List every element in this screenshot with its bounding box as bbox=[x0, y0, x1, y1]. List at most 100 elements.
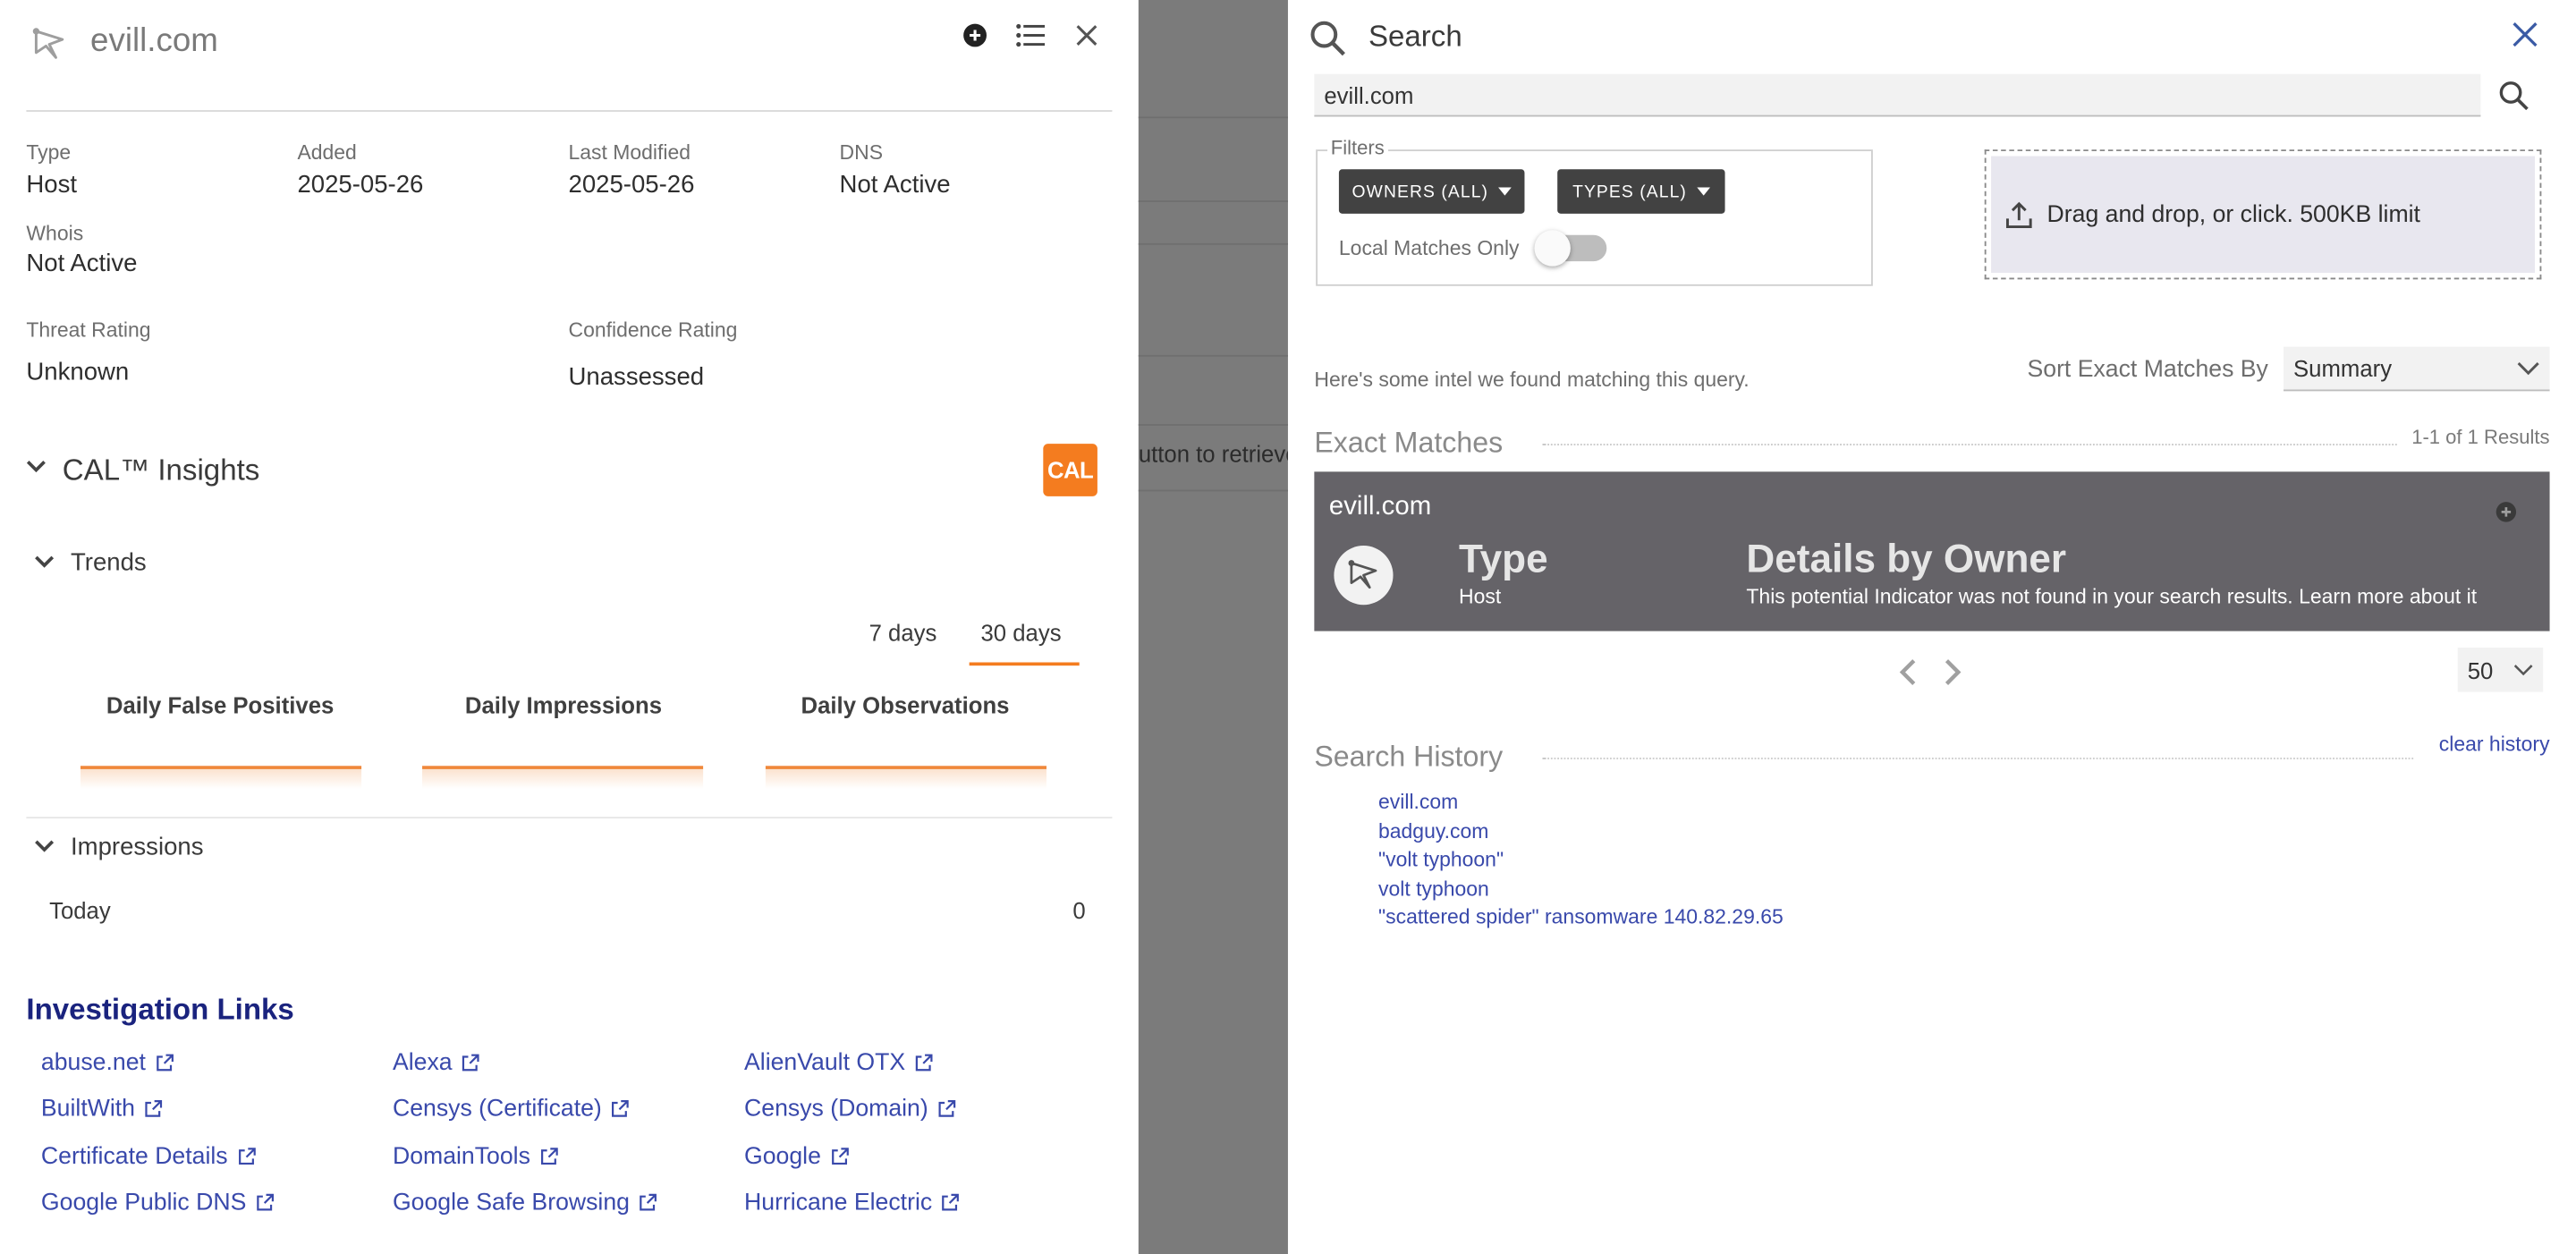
upload-icon bbox=[2005, 200, 2032, 228]
active-tab-indicator bbox=[969, 662, 1080, 666]
history-item[interactable]: "scattered spider" ransomware 140.82.29.… bbox=[1378, 906, 1784, 929]
history-item[interactable]: evill.com bbox=[1378, 791, 1458, 814]
backdrop-divider bbox=[1138, 424, 1288, 426]
whois-label: Whois bbox=[26, 222, 84, 245]
dns-value: Not Active bbox=[839, 171, 951, 199]
indicator-panel: evill.com Type Host Added 2025-05-26 Las… bbox=[0, 0, 1139, 1254]
external-link-icon bbox=[145, 1100, 163, 1117]
external-link-icon bbox=[462, 1054, 480, 1072]
investigation-link[interactable]: Hurricane Electric bbox=[744, 1190, 960, 1216]
investigation-links-title: Investigation Links bbox=[26, 992, 294, 1026]
match-name[interactable]: evill.com bbox=[1329, 493, 1431, 522]
close-icon[interactable] bbox=[1070, 18, 1103, 51]
investigation-link[interactable]: AlienVault OTX bbox=[744, 1050, 933, 1077]
toggle-knob[interactable] bbox=[1534, 230, 1571, 267]
drop-zone-text: Drag and drop, or click. 500KB limit bbox=[2046, 201, 2420, 228]
investigation-link[interactable]: abuse.net bbox=[41, 1050, 174, 1077]
type-value: Host bbox=[26, 171, 78, 199]
external-link-icon bbox=[831, 1148, 849, 1165]
backdrop-divider bbox=[1138, 489, 1288, 492]
types-dropdown-button[interactable]: TYPES (ALL) bbox=[1557, 169, 1725, 214]
cal-logo: CAL bbox=[1043, 444, 1097, 496]
threat-rating-label: Threat Rating bbox=[26, 318, 151, 343]
add-circle-icon[interactable] bbox=[958, 18, 991, 51]
tab-7-days[interactable]: 7 days bbox=[869, 620, 937, 646]
search-icon bbox=[1310, 21, 1345, 56]
chevron-right-icon[interactable] bbox=[1944, 657, 1963, 687]
sort-label: Sort Exact Matches By bbox=[2027, 356, 2268, 384]
daily-observations-label: Daily Observations bbox=[801, 691, 1010, 718]
external-link-icon bbox=[612, 1100, 630, 1117]
investigation-link-label: Hurricane Electric bbox=[744, 1190, 933, 1216]
whois-value: Not Active bbox=[26, 250, 138, 278]
investigation-link[interactable]: Certificate Details bbox=[41, 1144, 256, 1170]
search-title: Search bbox=[1368, 20, 1462, 53]
match-card[interactable]: evill.com Type Host Details by Owner Thi… bbox=[1314, 471, 2550, 631]
external-link-icon bbox=[257, 1193, 274, 1211]
local-matches-label: Local Matches Only bbox=[1338, 236, 1520, 260]
dotted-rule bbox=[1542, 758, 2414, 759]
cal-insights-title[interactable]: CAL™ Insights bbox=[63, 453, 260, 488]
history-item[interactable]: badguy.com bbox=[1378, 819, 1488, 843]
history-item[interactable]: volt typhoon bbox=[1378, 877, 1489, 901]
history-item[interactable]: "volt typhoon" bbox=[1378, 848, 1504, 871]
investigation-link[interactable]: Google Safe Browsing bbox=[393, 1190, 657, 1216]
caret-down-icon bbox=[1498, 187, 1512, 196]
search-history-title: Search History bbox=[1314, 739, 1504, 773]
external-link-icon bbox=[640, 1193, 657, 1211]
sparkline-fill bbox=[765, 768, 1046, 789]
per-page-select[interactable]: 50 bbox=[2457, 647, 2544, 692]
close-icon[interactable] bbox=[2510, 20, 2539, 49]
chevron-down-icon[interactable] bbox=[33, 835, 56, 858]
results-count: 1-1 of 1 Results bbox=[2411, 425, 2550, 449]
match-type-value: Host bbox=[1458, 585, 1502, 608]
impressions-title[interactable]: Impressions bbox=[71, 834, 204, 861]
investigation-link[interactable]: Censys (Domain) bbox=[744, 1097, 956, 1123]
investigation-link-label: BuiltWith bbox=[40, 1096, 136, 1123]
clear-history-link[interactable]: clear history bbox=[2439, 733, 2550, 757]
chevron-down-icon[interactable] bbox=[33, 551, 56, 574]
investigation-link[interactable]: Censys (Certificate) bbox=[393, 1097, 630, 1123]
details-by-owner-heading: Details by Owner bbox=[1746, 537, 2067, 582]
external-link-icon bbox=[938, 1100, 956, 1117]
search-input[interactable] bbox=[1314, 73, 2481, 117]
tab-30-days[interactable]: 30 days bbox=[981, 620, 1062, 646]
investigation-link[interactable]: DomainTools bbox=[393, 1144, 558, 1170]
investigation-link[interactable]: Alexa bbox=[392, 1050, 480, 1077]
investigation-link-label: Google Safe Browsing bbox=[392, 1190, 630, 1216]
external-link-icon bbox=[540, 1148, 558, 1165]
list-icon[interactable] bbox=[1013, 18, 1046, 51]
threat-rating-value[interactable]: Unknown bbox=[26, 359, 129, 386]
trends-title[interactable]: Trends bbox=[71, 549, 147, 577]
investigation-link-label: Certificate Details bbox=[40, 1143, 228, 1171]
intel-note: Here's some intel we found matching this… bbox=[1314, 368, 1750, 392]
owners-dropdown-button[interactable]: OWNERS (ALL) bbox=[1338, 169, 1525, 214]
chevron-down-icon bbox=[2513, 665, 2533, 676]
search-icon[interactable] bbox=[2497, 79, 2530, 112]
details-by-owner-text: This potential Indicator was not found i… bbox=[1746, 585, 2478, 608]
owners-dropdown-label: OWNERS (ALL) bbox=[1352, 182, 1489, 202]
sort-select-value: Summary bbox=[2293, 354, 2393, 382]
investigation-link[interactable]: Google bbox=[744, 1144, 849, 1170]
sort-select[interactable]: Summary bbox=[2284, 346, 2550, 392]
add-circle-icon[interactable] bbox=[2496, 501, 2517, 522]
type-label: Type bbox=[26, 141, 72, 165]
match-type-heading: Type bbox=[1458, 537, 1548, 582]
daily-false-positives-label: Daily False Positives bbox=[106, 691, 335, 718]
dns-label: DNS bbox=[839, 141, 884, 165]
investigation-link[interactable]: BuiltWith bbox=[41, 1097, 163, 1123]
modal-backdrop[interactable]: utton to retrieve bbox=[1138, 0, 1288, 1254]
chevron-left-icon[interactable] bbox=[1897, 657, 1917, 687]
investigation-link[interactable]: Google Public DNS bbox=[41, 1190, 275, 1216]
sparkline-fill bbox=[422, 768, 704, 789]
file-drop-zone[interactable]: Drag and drop, or click. 500KB limit bbox=[1984, 149, 2542, 280]
investigation-link-label: Alexa bbox=[392, 1050, 453, 1077]
today-label: Today bbox=[49, 897, 111, 924]
confidence-rating-value[interactable]: Unassessed bbox=[568, 363, 704, 391]
per-page-value: 50 bbox=[2467, 657, 2494, 683]
investigation-link-label: Censys (Certificate) bbox=[392, 1096, 602, 1123]
added-value: 2025-05-26 bbox=[297, 171, 424, 199]
chevron-down-icon[interactable] bbox=[25, 455, 48, 479]
external-link-icon bbox=[915, 1054, 933, 1072]
today-value: 0 bbox=[1072, 897, 1086, 924]
